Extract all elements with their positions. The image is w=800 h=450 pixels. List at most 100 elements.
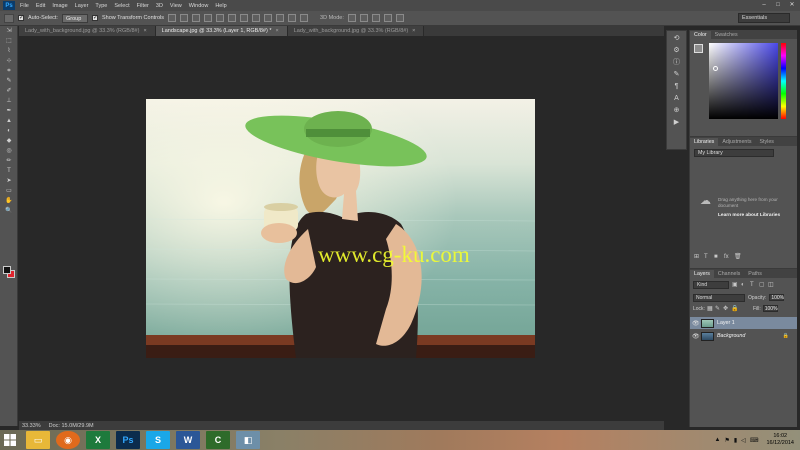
tab-lady-with-background-2[interactable]: Lady_with_background.jpg @ 33.3% (RGB/8#… xyxy=(287,26,425,36)
distribute-right-icon[interactable] xyxy=(300,14,309,22)
align-center-icon[interactable] xyxy=(216,14,225,22)
network-icon[interactable]: ▮ xyxy=(734,437,737,444)
visibility-eye-icon[interactable]: 👁 xyxy=(692,333,700,340)
lasso-tool-icon[interactable]: ⌇ xyxy=(3,47,15,56)
3d-roll-icon[interactable] xyxy=(359,14,368,22)
start-button[interactable] xyxy=(0,430,20,450)
lock-all-icon[interactable]: 🔒 xyxy=(731,306,738,312)
auto-select-dropdown[interactable]: Group xyxy=(61,13,88,23)
properties-icon[interactable]: ⚙ xyxy=(672,46,682,55)
visibility-eye-icon[interactable]: 👁 xyxy=(692,320,700,327)
close-tab-icon[interactable]: × xyxy=(276,28,279,34)
tab-landscape[interactable]: Landscape.jpg @ 33.3% (Layer 1, RGB/8#) … xyxy=(155,26,288,36)
layer-kind-filter[interactable]: Kind xyxy=(693,281,729,289)
add-graphic-icon[interactable]: ⊞ xyxy=(694,254,700,260)
align-right-icon[interactable] xyxy=(228,14,237,22)
menu-window[interactable]: Window xyxy=(189,3,209,9)
document-image[interactable] xyxy=(146,99,535,358)
filter-type-icon[interactable]: T xyxy=(750,282,756,288)
3d-rotate-icon[interactable] xyxy=(347,14,356,22)
align-top-icon[interactable] xyxy=(168,14,177,22)
move-tool-preset-icon[interactable] xyxy=(4,13,14,23)
tab-channels[interactable]: Channels xyxy=(714,270,744,278)
3d-scale-icon[interactable] xyxy=(395,14,404,22)
clock[interactable]: 16:02 16/12/2014 xyxy=(766,433,794,447)
align-left-icon[interactable] xyxy=(204,14,213,22)
excel-icon[interactable]: X xyxy=(86,431,110,449)
photoshop-icon[interactable]: Ps xyxy=(116,431,140,449)
align-bottom-icon[interactable] xyxy=(192,14,201,22)
library-dropdown[interactable]: My Library xyxy=(694,149,774,157)
show-transform-checkbox[interactable] xyxy=(91,14,98,21)
healing-brush-tool-icon[interactable]: ✐ xyxy=(3,87,15,96)
filter-shape-icon[interactable]: ▢ xyxy=(759,282,765,288)
eraser-tool-icon[interactable]: ▲ xyxy=(3,117,15,126)
distribute-left-icon[interactable] xyxy=(276,14,285,22)
close-tab-icon[interactable]: × xyxy=(412,28,415,34)
hand-tool-icon[interactable]: ✋ xyxy=(3,197,15,206)
clone-stamp-tool-icon[interactable]: ⊥ xyxy=(3,97,15,106)
volume-icon[interactable]: ◁ xyxy=(741,437,746,444)
learn-more-link[interactable]: Learn more about Libraries xyxy=(718,213,780,218)
blend-mode-dropdown[interactable]: Normal xyxy=(693,293,745,302)
lock-pixels-icon[interactable]: ✎ xyxy=(715,306,721,312)
tab-layers[interactable]: Layers xyxy=(690,270,714,278)
menu-view[interactable]: View xyxy=(170,3,182,9)
word-icon[interactable]: W xyxy=(176,431,200,449)
distribute-bottom-icon[interactable] xyxy=(264,14,273,22)
camtasia-icon[interactable]: C xyxy=(206,431,230,449)
3d-drag-icon[interactable] xyxy=(371,14,380,22)
generic-app-icon[interactable]: ◧ xyxy=(236,431,260,449)
color-picker-field[interactable] xyxy=(709,43,778,119)
distribute-top-icon[interactable] xyxy=(240,14,249,22)
workspace-dropdown[interactable]: Essentials xyxy=(738,13,790,23)
filter-adjustment-icon[interactable]: ◐ xyxy=(741,282,747,288)
tab-color[interactable]: Color xyxy=(690,31,711,39)
history-icon[interactable]: ⟲ xyxy=(672,34,682,43)
blur-tool-icon[interactable]: ◆ xyxy=(3,137,15,146)
marquee-tool-icon[interactable]: ⬚ xyxy=(3,37,15,46)
menu-select[interactable]: Select xyxy=(114,3,129,9)
type-tool-icon[interactable]: T xyxy=(3,167,15,176)
maximize-button[interactable]: □ xyxy=(774,1,782,9)
add-color-icon[interactable]: ■ xyxy=(714,254,720,260)
rectangle-tool-icon[interactable]: ▭ xyxy=(3,187,15,196)
canvas-area[interactable]: www.cg-ku.com xyxy=(19,36,664,421)
crop-tool-icon[interactable]: ⌗ xyxy=(3,67,15,76)
tab-swatches[interactable]: Swatches xyxy=(711,31,742,39)
keyboard-icon[interactable]: ⌨ xyxy=(750,437,759,444)
dodge-tool-icon[interactable]: ◎ xyxy=(3,147,15,156)
quick-selection-tool-icon[interactable]: ⊹ xyxy=(3,57,15,66)
fill-field[interactable]: 100% xyxy=(762,305,778,312)
tab-libraries[interactable]: Libraries xyxy=(690,138,719,146)
align-middle-icon[interactable] xyxy=(180,14,189,22)
foreground-color-chip[interactable] xyxy=(694,44,703,53)
close-tab-icon[interactable]: × xyxy=(143,28,146,34)
zoom-level[interactable]: 33.33% xyxy=(22,423,41,429)
color-picker-cursor[interactable] xyxy=(713,66,718,71)
layer-name[interactable]: Layer 1 xyxy=(717,320,735,326)
close-button[interactable]: ✕ xyxy=(788,1,796,9)
menu-type[interactable]: Type xyxy=(95,3,107,9)
layer-row-background[interactable]: 👁 Background 🔒 xyxy=(690,330,797,342)
filter-pixel-icon[interactable]: ▣ xyxy=(732,282,738,288)
paragraph-icon[interactable]: ¶ xyxy=(672,82,682,91)
add-text-icon[interactable]: T xyxy=(704,254,710,260)
layer-name[interactable]: Background xyxy=(717,333,745,339)
menu-filter[interactable]: Filter xyxy=(137,3,149,9)
menu-help[interactable]: Help xyxy=(215,3,226,9)
minimize-button[interactable]: – xyxy=(760,1,768,9)
distribute-center-icon[interactable] xyxy=(288,14,297,22)
opacity-field[interactable]: 100% xyxy=(769,294,785,301)
menu-edit[interactable]: Edit xyxy=(36,3,45,9)
tab-lady-with-background[interactable]: Lady_with_background.jpg @ 33.3% (RGB/8#… xyxy=(19,26,156,36)
delete-icon[interactable]: 🗑 xyxy=(734,254,742,260)
foreground-color-swatch[interactable] xyxy=(3,266,11,274)
info-icon[interactable]: ⓘ xyxy=(672,58,682,67)
menu-layer[interactable]: Layer xyxy=(75,3,89,9)
zoom-tool-icon[interactable]: 🔍 xyxy=(3,207,15,216)
lock-transparent-icon[interactable]: ▦ xyxy=(707,306,713,312)
history-brush-tool-icon[interactable]: ✒ xyxy=(3,107,15,116)
move-tool-icon[interactable]: ⇲ xyxy=(3,27,15,36)
file-explorer-icon[interactable]: ▭ xyxy=(26,431,50,449)
